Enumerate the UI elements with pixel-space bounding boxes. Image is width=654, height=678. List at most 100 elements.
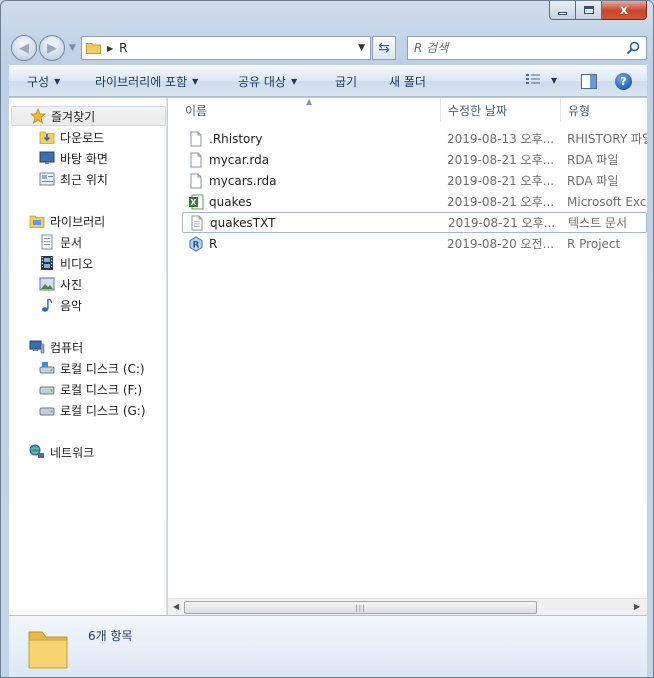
column-header-date[interactable]: 수정한 날짜 (441, 98, 561, 122)
nav-item-drive-g[interactable]: 로컬 디스크 (G:) (39, 400, 146, 420)
maximize-icon (583, 6, 594, 14)
file-name-cell: mycar.rda (188, 152, 269, 168)
column-header-name-label: 이름 (185, 103, 208, 118)
column-header-date-label: 수정한 날짜 (448, 103, 508, 118)
file-row[interactable]: X quakes 2019-08-21 오후... Microsoft Exce… (182, 191, 647, 212)
nav-item-label: 음악 (60, 298, 83, 313)
column-header-type-label: 유형 (568, 103, 591, 118)
search-input[interactable] (414, 41, 614, 55)
organize-button[interactable]: 구성 ▼ (27, 66, 60, 97)
star-icon (30, 108, 46, 124)
search-icon[interactable] (626, 41, 640, 55)
nav-favorites[interactable]: 즐겨찾기 (11, 106, 166, 126)
help-icon[interactable]: ? (615, 73, 632, 90)
nav-item-drive-c[interactable]: 로컬 디스크 (C:) (39, 358, 145, 378)
file-date: 2019-08-21 오후... (447, 174, 555, 188)
nav-item-label: 비디오 (60, 256, 94, 271)
text-file-icon (191, 215, 203, 230)
search-box[interactable] (407, 36, 647, 60)
file-date: 2019-08-21 오후... (447, 153, 555, 167)
scroll-right-icon[interactable]: ▶ (634, 602, 640, 611)
forward-arrow-icon: ▶ (47, 40, 57, 56)
minimize-icon (558, 11, 567, 15)
refresh-icon: ⇆ (378, 40, 390, 56)
file-row[interactable]: mycars.rda 2019-08-21 오후... RDA 파일 (182, 170, 647, 191)
nav-arrows: ◀ ▶ ▼ (9, 33, 81, 61)
share-with-button[interactable]: 공유 대상 ▼ (238, 66, 297, 97)
library-icon (29, 215, 45, 228)
file-row[interactable]: R R 2019-08-20 오전... R Project (182, 233, 647, 254)
maximize-button[interactable] (576, 1, 602, 20)
film-icon (41, 256, 53, 270)
column-header-name[interactable]: 이름 (178, 98, 441, 122)
svg-text:X: X (190, 198, 197, 207)
details-pane: 6개 항목 (9, 615, 647, 677)
folder-icon (28, 631, 68, 669)
file-name: mycars.rda (209, 173, 277, 188)
minimize-button[interactable] (549, 1, 576, 20)
scroll-left-icon[interactable]: ◀ (173, 602, 179, 611)
organize-label: 구성 (27, 75, 50, 89)
nav-item-music[interactable]: 음악 (39, 295, 82, 315)
nav-item-videos[interactable]: 비디오 (39, 253, 93, 273)
refresh-button[interactable]: ⇆ (372, 36, 396, 60)
file-name-cell: mycars.rda (188, 173, 276, 189)
nav-item-drive-f[interactable]: 로컬 디스크 (F:) (39, 379, 142, 399)
recent-pages-dropdown-icon[interactable]: ▼ (69, 43, 76, 53)
forward-button[interactable]: ▶ (39, 35, 65, 61)
file-type: RHISTORY 파일 (567, 132, 647, 146)
excel-file-icon: X (189, 194, 204, 209)
nav-item-label: 로컬 디스크 (C:) (60, 361, 145, 376)
file-type: Microsoft Excel (567, 194, 647, 209)
blank-file-icon (190, 173, 202, 188)
chevron-down-icon: ▼ (551, 75, 558, 85)
picture-icon (39, 277, 55, 291)
nav-computer[interactable]: 컴퓨터 (29, 337, 83, 357)
nav-item-pictures[interactable]: 사진 (39, 274, 82, 294)
nav-item-documents[interactable]: 문서 (39, 232, 82, 252)
explorer-window: x ◀ ▶ ▼ ▶ R ▼ ⇆ R 검색 구성 ▼ 라이브러리에 포함 ▼ 공유… (0, 0, 654, 678)
new-folder-button[interactable]: 새 폴더 (389, 66, 426, 97)
computer-icon (29, 340, 45, 354)
breadcrumb-current[interactable]: R (119, 41, 127, 55)
horizontal-scrollbar[interactable]: ◀ ||| ▶ (168, 598, 647, 615)
preview-pane-icon[interactable] (581, 74, 597, 89)
view-details-icon (526, 74, 540, 84)
nav-network[interactable]: 네트워크 (29, 442, 94, 462)
close-button[interactable]: x (602, 1, 647, 20)
file-name: quakesTXT (210, 215, 276, 230)
file-row[interactable]: mycar.rda 2019-08-21 오후... RDA 파일 (182, 149, 647, 170)
command-bar: 구성 ▼ 라이브러리에 포함 ▼ 공유 대상 ▼ 굽기 새 폴더 ▼ ? (9, 65, 647, 97)
close-icon: x (619, 2, 629, 18)
breadcrumb-separator-icon[interactable]: ▶ (107, 44, 113, 53)
back-button[interactable]: ◀ (11, 35, 37, 61)
file-row[interactable]: .Rhistory 2019-08-13 오후... RHISTORY 파일 (182, 128, 647, 149)
downloads-folder-icon (39, 131, 55, 144)
address-history-dropdown-icon[interactable]: ▼ (358, 43, 365, 53)
nav-item-label: 바탕 화면 (60, 151, 108, 166)
nav-network-label: 네트워크 (50, 445, 95, 460)
include-in-library-label: 라이브러리에 포함 (95, 75, 188, 89)
svg-text:R: R (193, 240, 200, 250)
nav-computer-label: 컴퓨터 (50, 340, 84, 355)
nav-item-label: 문서 (60, 235, 83, 250)
folder-icon (86, 43, 101, 54)
blank-file-icon (190, 131, 202, 146)
blank-file-icon (190, 152, 202, 167)
nav-item-desktop[interactable]: 바탕 화면 (39, 148, 108, 168)
scrollbar-thumb[interactable]: ||| (184, 601, 537, 614)
column-header-row: ▲ 이름 수정한 날짜 유형 (168, 98, 647, 122)
r-project-icon: R (189, 235, 203, 252)
nav-item-label: 로컬 디스크 (G:) (60, 403, 146, 418)
burn-button[interactable]: 굽기 (335, 66, 357, 97)
change-view-button[interactable]: ▼ (525, 73, 557, 87)
burn-label: 굽기 (335, 75, 358, 89)
nav-libraries[interactable]: 라이브러리 (29, 211, 105, 231)
share-with-label: 공유 대상 (238, 75, 286, 89)
file-row-focused[interactable]: quakesTXT 2019-08-21 오후... 텍스트 문서 (182, 212, 647, 233)
include-in-library-button[interactable]: 라이브러리에 포함 ▼ (95, 66, 198, 97)
nav-item-downloads[interactable]: 다운로드 (39, 127, 104, 147)
address-bar[interactable]: ▶ R ▼ (81, 36, 371, 60)
nav-item-recent-places[interactable]: 최근 위치 (39, 169, 108, 189)
column-header-type[interactable]: 유형 (561, 98, 647, 122)
